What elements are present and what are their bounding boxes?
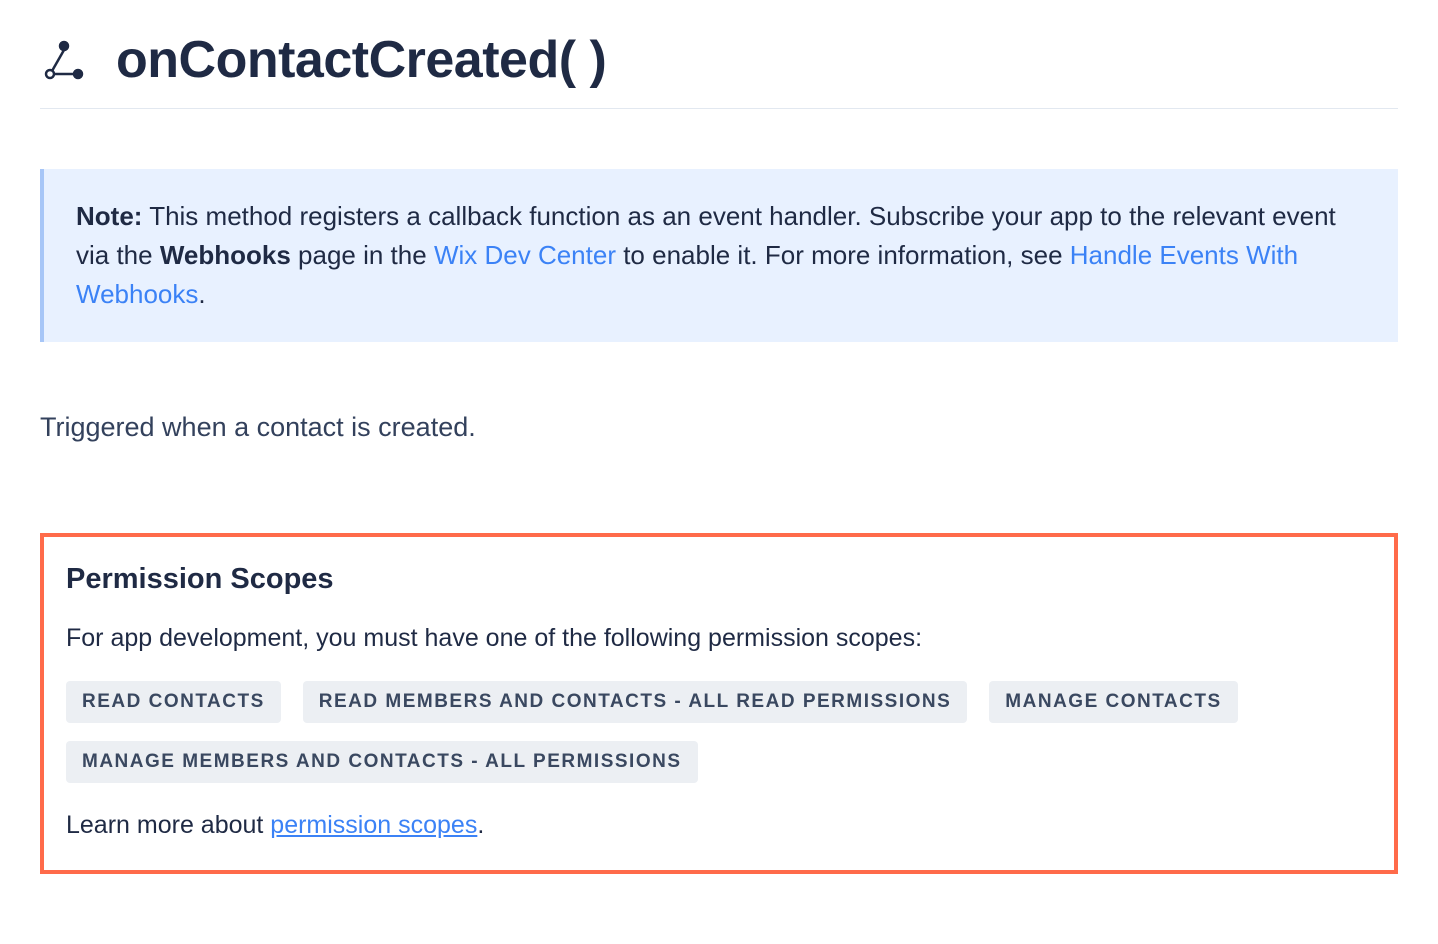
note-text-end: . bbox=[198, 279, 205, 309]
method-description: Triggered when a contact is created. bbox=[40, 412, 1398, 443]
page-header: onContactCreated( ) bbox=[40, 30, 1398, 109]
permission-scopes-title: Permission Scopes bbox=[66, 563, 1372, 596]
note-webhooks-bold: Webhooks bbox=[160, 240, 291, 270]
permission-badge: MANAGE CONTACTS bbox=[989, 681, 1237, 723]
permission-learn-more: Learn more about permission scopes. bbox=[66, 811, 1372, 840]
link-wix-dev-center[interactable]: Wix Dev Center bbox=[434, 240, 616, 270]
page-title: onContactCreated( ) bbox=[116, 30, 606, 90]
permission-badge: MANAGE MEMBERS AND CONTACTS - ALL PERMIS… bbox=[66, 741, 698, 783]
link-permission-scopes[interactable]: permission scopes bbox=[270, 811, 477, 839]
permission-badge: READ CONTACTS bbox=[66, 681, 281, 723]
learn-prefix: Learn more about bbox=[66, 811, 270, 839]
note-callout: Note: This method registers a callback f… bbox=[40, 169, 1398, 342]
permission-scopes-desc: For app development, you must have one o… bbox=[66, 624, 1372, 653]
permission-badge: READ MEMBERS AND CONTACTS - ALL READ PER… bbox=[303, 681, 968, 723]
webhook-icon bbox=[40, 36, 88, 84]
note-label: Note: bbox=[76, 201, 142, 231]
learn-suffix: . bbox=[477, 811, 484, 839]
permission-badges: READ CONTACTS READ MEMBERS AND CONTACTS … bbox=[66, 681, 1372, 783]
permission-scopes-box: Permission Scopes For app development, y… bbox=[40, 533, 1398, 874]
note-text-2: page in the bbox=[291, 240, 434, 270]
note-text-3: to enable it. For more information, see bbox=[616, 240, 1070, 270]
